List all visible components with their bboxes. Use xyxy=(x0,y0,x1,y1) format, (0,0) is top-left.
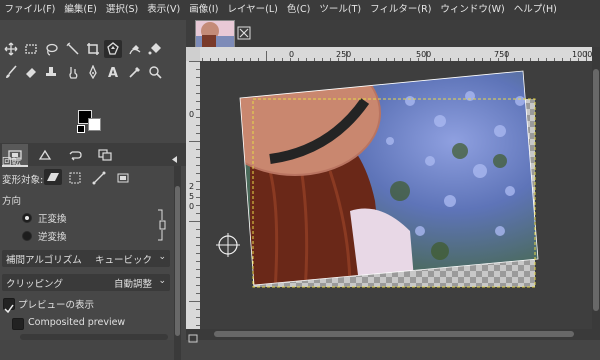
quick-mask-toggle[interactable] xyxy=(186,329,200,343)
ruler-tick-label: 2 xyxy=(189,182,194,191)
interpolation-row[interactable]: 補間アルゴリズム キュービック ⌄ xyxy=(2,250,170,267)
paintbrush-icon[interactable] xyxy=(2,63,20,81)
crop-icon[interactable] xyxy=(84,40,102,58)
transform-target-label: 変形対象: xyxy=(2,175,44,186)
eraser-icon[interactable] xyxy=(22,63,40,81)
menubar: ファイル(F) 編集(E) 選択(S) 表示(V) 画像(I) レイヤー(L) 色(C) ツー… xyxy=(0,0,600,20)
move-tool-icon[interactable] xyxy=(2,40,20,58)
reset-colors-icon[interactable] xyxy=(77,125,85,133)
clipping-row[interactable]: クリッピング 自動調整 ⌄ xyxy=(2,274,170,291)
scrollbar-thumb[interactable] xyxy=(214,331,574,337)
direction-forward-radio[interactable] xyxy=(22,213,32,223)
navigate-icon[interactable] xyxy=(592,329,600,340)
clone-stamp-icon[interactable] xyxy=(42,63,60,81)
background-color-swatch[interactable] xyxy=(88,118,101,131)
color-picker-icon[interactable] xyxy=(126,63,144,81)
unified-transform-icon[interactable] xyxy=(104,40,122,58)
horizontal-scrollbar[interactable] xyxy=(200,329,592,340)
ruler-corner[interactable] xyxy=(186,47,200,61)
preview-checkbox[interactable] xyxy=(3,298,15,314)
image-canvas[interactable] xyxy=(200,61,592,329)
rotated-photo xyxy=(240,71,538,285)
scrollbar-thumb[interactable] xyxy=(593,69,599,311)
transform-image-button[interactable] xyxy=(116,170,130,184)
menu-item[interactable]: 画像(I) xyxy=(185,0,223,20)
paths-icon[interactable] xyxy=(84,63,102,81)
menu-item[interactable]: 表示(V) xyxy=(143,0,185,20)
transform-layer-button[interactable] xyxy=(44,169,62,185)
more-options-row xyxy=(20,334,168,340)
tool-options-scrollbar[interactable] xyxy=(174,166,181,360)
device-status-tab-icon[interactable] xyxy=(32,144,58,165)
dock-menu-icon[interactable] xyxy=(170,149,179,163)
direction-reverse-radio[interactable] xyxy=(22,231,32,241)
interpolation-value: キュービック xyxy=(94,255,152,266)
vertical-scrollbar[interactable] xyxy=(592,47,600,329)
dock-tab-row xyxy=(0,143,186,167)
menu-item[interactable]: ヘルプ(H) xyxy=(509,0,561,20)
smudge-icon[interactable] xyxy=(64,63,82,81)
ruler-tick-label: 500 xyxy=(416,50,431,59)
ruler-tick-label: 0 xyxy=(289,50,294,59)
menu-item[interactable]: ファイル(F) xyxy=(0,0,60,20)
composited-preview-checkbox[interactable] xyxy=(12,318,24,330)
text-tool-icon[interactable]: A xyxy=(104,63,122,81)
ruler-tick-label: 0 xyxy=(189,110,194,119)
images-tab-icon[interactable] xyxy=(92,144,118,165)
fuzzy-select-icon[interactable] xyxy=(64,40,82,58)
chevron-down-icon: ⌄ xyxy=(158,276,166,286)
image-tab-thumbnail[interactable] xyxy=(195,20,235,48)
direction-label: 方向 xyxy=(2,196,22,207)
bucket-fill-icon[interactable] xyxy=(146,40,164,58)
left-dock: A 回転 変形対象: 方向 正変換 逆変換 補間アルゴリズム キュービック ⌄ … xyxy=(0,20,186,360)
menu-item[interactable]: ウィンドウ(W) xyxy=(436,0,509,20)
transform-path-button[interactable] xyxy=(92,170,106,185)
menu-item[interactable]: フィルター(R) xyxy=(366,0,436,20)
direction-reverse-label: 逆変換 xyxy=(38,232,67,243)
clipping-label: クリッピング xyxy=(6,279,64,290)
undo-history-tab-icon[interactable] xyxy=(62,144,88,165)
close-tab-icon[interactable] xyxy=(237,25,251,40)
preview-label: プレビューの表示 xyxy=(18,300,95,311)
menu-item[interactable]: 色(C) xyxy=(282,0,315,20)
tool-options-title: 回転 xyxy=(2,157,22,168)
menu-item[interactable]: ツール(T) xyxy=(315,0,366,20)
interpolation-label: 補間アルゴリズム xyxy=(6,255,82,266)
ruler-tick-label: 750 xyxy=(494,50,509,59)
transform-selection-button[interactable] xyxy=(68,170,82,184)
vertical-ruler[interactable]: 0250 xyxy=(186,61,200,329)
direction-forward-label: 正変換 xyxy=(38,214,67,225)
menu-item[interactable]: 編集(E) xyxy=(60,0,101,20)
rect-select-icon[interactable] xyxy=(22,40,40,58)
clipping-value: 自動調整 xyxy=(113,279,152,290)
warp-transform-icon[interactable] xyxy=(126,40,144,58)
zoom-icon[interactable] xyxy=(146,63,164,81)
svg-text:A: A xyxy=(108,66,118,79)
chevron-down-icon: ⌄ xyxy=(158,252,166,262)
menu-item[interactable]: レイヤー(L) xyxy=(223,0,282,20)
chain-link-icon[interactable] xyxy=(156,208,166,242)
menu-item[interactable]: 選択(S) xyxy=(101,0,142,20)
rotation-pivot-icon[interactable] xyxy=(216,233,240,257)
composited-preview-label: Composited preview xyxy=(28,317,126,328)
ruler-tick-label: 5 xyxy=(189,192,194,201)
scrollbar-thumb[interactable] xyxy=(175,186,180,336)
ruler-tick-label: 0 xyxy=(189,202,194,211)
ruler-tick-label: 250 xyxy=(336,50,351,59)
horizontal-ruler[interactable]: 0 250 500 750 1000 xyxy=(186,47,592,61)
ruler-tick-label: 1000 xyxy=(572,50,592,59)
lasso-select-icon[interactable] xyxy=(42,40,60,58)
